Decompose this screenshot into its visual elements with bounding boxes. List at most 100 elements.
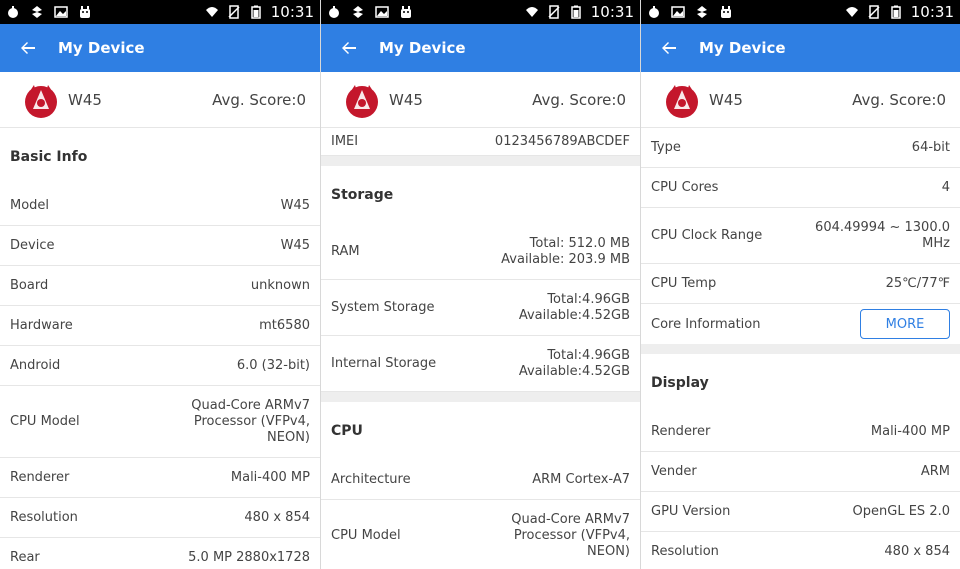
device-info-list[interactable]: IMEI 0123456789ABCDEF Storage RAM Total: 5… [321, 128, 640, 569]
device-header: W45 Avg. Score:0 [321, 72, 640, 128]
sync-icon [695, 5, 709, 19]
info-row: Board unknown [0, 266, 320, 306]
info-row: Resolution 480 x 854 [641, 532, 960, 569]
device-info-list[interactable]: Type 64-bit CPU Cores 4 CPU Clock Range 604… [641, 128, 960, 569]
back-button[interactable] [12, 32, 44, 64]
row-value: Quad-Core ARMv7 Processor (VFPv4, NEON) [191, 397, 310, 445]
info-row: CPU Model Quad-Core ARMv7 Processor (VFPv… [321, 500, 640, 569]
row-value: Quad-Core ARMv7 Processor (VFPv4, NEON) [511, 511, 630, 559]
status-bar: 10:31 [641, 0, 960, 24]
row-label: Android [10, 358, 61, 373]
row-label: CPU Clock Range [651, 228, 763, 243]
info-row: Device W45 [0, 226, 320, 266]
row-label: Core Information [651, 316, 761, 332]
back-arrow-icon [342, 42, 356, 54]
section-title-storage: Storage [331, 187, 394, 203]
info-row: Resolution 480 x 854 [0, 498, 320, 538]
info-row: GPU Version OpenGL ES 2.0 [641, 492, 960, 532]
info-row: Renderer Mali-400 MP [641, 412, 960, 452]
device-header: W45 Avg. Score:0 [0, 72, 320, 128]
row-label: Vender [651, 464, 697, 479]
row-value: OpenGL ES 2.0 [852, 503, 950, 519]
no-sim-icon [547, 5, 561, 19]
info-row: Architecture ARM Cortex-A7 [321, 460, 640, 500]
info-row: System Storage Total:4.96GB Available:4.5… [321, 280, 640, 336]
image-icon [375, 5, 389, 19]
row-label: Renderer [10, 470, 70, 485]
avg-score: Avg. Score:0 [212, 90, 306, 109]
status-bar: 10:31 [321, 0, 640, 24]
info-row: CPU Model Quad-Core ARMv7 Processor (VFPv… [0, 386, 320, 458]
row-value: unknown [250, 277, 310, 293]
row-value: ARM [920, 463, 950, 479]
info-row: Type 64-bit [641, 128, 960, 168]
screens: 10:31 My Device W45 Avg. Score:0 Basic I… [0, 0, 960, 569]
row-label: Model [10, 198, 50, 213]
info-row: CPU Cores 4 [641, 168, 960, 208]
info-row: RAM Total: 512.0 MB Available: 203.9 MB [321, 224, 640, 280]
app-bar: My Device [321, 24, 640, 72]
device-info-list[interactable]: Basic Info Model W45 Device W45 Board unkno… [0, 128, 320, 569]
row-label: GPU Version [651, 504, 731, 519]
back-button[interactable] [653, 32, 685, 64]
more-button[interactable]: MORE [860, 309, 950, 339]
info-row: Hardware mt6580 [0, 306, 320, 346]
row-value: 480 x 854 [884, 543, 950, 559]
avg-score: Avg. Score:0 [532, 90, 626, 109]
row-label: Architecture [331, 472, 411, 487]
android-icon [399, 5, 413, 19]
row-value: W45 [280, 197, 310, 213]
row-value: 25℃/77℉ [885, 275, 950, 291]
row-label: Device [10, 238, 55, 253]
sync-icon [351, 5, 365, 19]
app-bar: My Device [641, 24, 960, 72]
status-time: 10:31 [910, 3, 954, 21]
info-row: Renderer Mali-400 MP [0, 458, 320, 498]
row-value: 604.49994 ~ 1300.0 MHz [815, 219, 950, 251]
no-sim-icon [227, 5, 241, 19]
back-arrow-icon [21, 42, 35, 54]
row-value: 0123456789ABCDEF [494, 133, 630, 149]
row-label: RAM [331, 244, 360, 259]
row-label: Type [651, 140, 681, 155]
info-row: CPU Temp 25℃/77℉ [641, 264, 960, 304]
row-value: Total:4.96GB Available:4.52GB [518, 291, 630, 323]
section-separator [321, 392, 640, 402]
info-row: Rear 5.0 MP 2880x1728 [0, 538, 320, 569]
row-label: CPU Temp [651, 276, 717, 291]
image-icon [671, 5, 685, 19]
status-time: 10:31 [590, 3, 634, 21]
page-title: My Device [379, 39, 466, 57]
wifi-icon [525, 5, 539, 19]
info-row-imei: IMEI 0123456789ABCDEF [321, 128, 640, 156]
app-bar: My Device [0, 24, 320, 72]
row-value: 6.0 (32-bit) [236, 357, 310, 373]
wifi-icon [205, 5, 219, 19]
row-label: Board [10, 278, 49, 293]
battery-icon [569, 5, 583, 19]
notification-icon [6, 5, 20, 19]
row-label: System Storage [331, 300, 435, 315]
phone-screen-1: 10:31 My Device W45 Avg. Score:0 Basic I… [0, 0, 320, 569]
avg-score: Avg. Score:0 [852, 90, 946, 109]
row-label: Resolution [651, 544, 719, 559]
back-button[interactable] [333, 32, 365, 64]
info-row: CPU Clock Range 604.49994 ~ 1300.0 MHz [641, 208, 960, 264]
battery-icon [889, 5, 903, 19]
device-name: W45 [68, 90, 102, 109]
section-title-basic-info: Basic Info [10, 149, 88, 165]
section-separator [641, 344, 960, 354]
back-arrow-icon [662, 42, 676, 54]
page-title: My Device [699, 39, 786, 57]
battery-icon [249, 5, 263, 19]
row-value: ARM Cortex-A7 [532, 471, 630, 487]
no-sim-icon [867, 5, 881, 19]
status-bar: 10:31 [0, 0, 320, 24]
row-value: Mali-400 MP [230, 469, 310, 485]
row-value: W45 [280, 237, 310, 253]
antutu-logo [22, 81, 60, 119]
phone-screen-2: 10:31 My Device W45 Avg. Score:0 IMEI 012… [320, 0, 640, 569]
row-value: Total:4.96GB Available:4.52GB [518, 347, 630, 379]
image-icon [54, 5, 68, 19]
row-value: 64-bit [911, 139, 950, 155]
